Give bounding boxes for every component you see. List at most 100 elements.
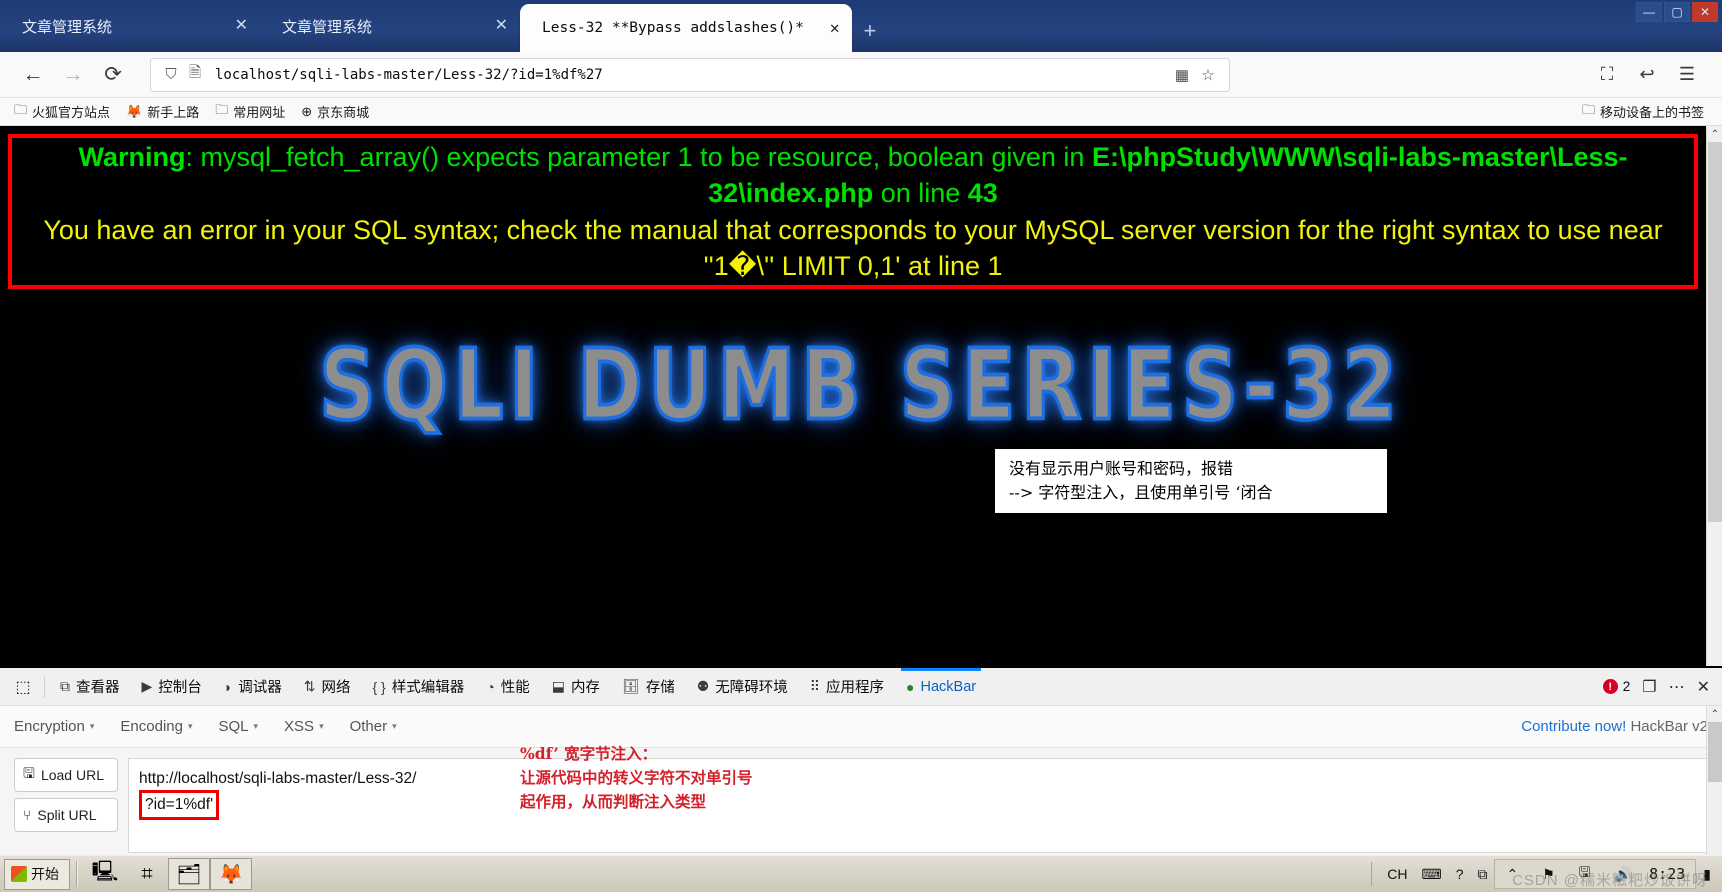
browser-tab-2[interactable]: 文章管理系统 ✕ (260, 0, 520, 52)
reload-icon[interactable]: ⟳ (94, 58, 132, 92)
more-options-icon[interactable]: ⋯ (1669, 677, 1685, 697)
braces-icon: { } (372, 678, 386, 695)
page-scrollbar[interactable]: ⌃ (1706, 126, 1722, 666)
tray-language-indicator[interactable]: CH (1380, 866, 1414, 882)
hackbar-menu-other[interactable]: Other ▾ (350, 718, 397, 735)
tab-inspector[interactable]: ⧉ 查看器 (49, 668, 131, 706)
powershell-icon[interactable]: ⌗ (126, 858, 168, 890)
hackbar-body: 🖫 Load URL ⑂ Split URL http://localhost/… (0, 744, 1722, 853)
hackbar-url-input[interactable]: http://localhost/sqli-labs-master/Less-3… (128, 758, 1708, 853)
minimize-button[interactable]: — (1636, 2, 1662, 22)
close-icon[interactable]: ✕ (469, 18, 508, 34)
warning-text-2: on line (873, 178, 968, 209)
bookmark-item-2[interactable]: 🗀 常用网址 (215, 101, 285, 123)
tab-accessibility[interactable]: ⚉ 无障碍环境 (686, 668, 799, 706)
tab-label: HackBar (920, 678, 977, 695)
grid-icon: ⠿ (809, 678, 821, 694)
tab-style-editor[interactable]: { } 样式编辑器 (361, 668, 475, 706)
tray-help-icon[interactable]: ? (1449, 866, 1471, 882)
url-input[interactable]: localhost/sqli-labs-master/Less-32/?id=1… (207, 67, 1169, 83)
hackbar-menu-encryption[interactable]: Encryption ▾ (14, 718, 94, 735)
split-url-button[interactable]: ⑂ Split URL (14, 798, 118, 832)
storage-icon: 🗄 (621, 678, 640, 694)
devtools-scrollbar[interactable]: ⌃ (1706, 706, 1722, 855)
close-icon[interactable]: ✕ (804, 20, 840, 36)
scroll-up-icon[interactable]: ⌃ (1707, 706, 1722, 722)
tab-label: 调试器 (238, 680, 282, 696)
start-button[interactable]: 开始 (4, 858, 70, 890)
annotation-note-box: 没有显示用户账号和密码，报错 --> 字符型注入，且使用单引号 ‘闭合 (995, 449, 1387, 513)
page-content: Warning: mysql_fetch_array() expects par… (0, 126, 1722, 666)
tab-title: Less-32 **Bypass addslashes()* (542, 20, 804, 36)
divider (76, 861, 78, 887)
tray-volume-icon[interactable]: 🔊 (1608, 866, 1639, 883)
tab-console[interactable]: ▶ 控制台 (131, 668, 213, 706)
split-console-icon[interactable]: ❐ (1642, 677, 1656, 697)
nav-right-buttons: ⛶ ↩ ☰ (1588, 58, 1708, 92)
accessibility-icon: ⚉ (696, 678, 710, 694)
bookmark-item-0[interactable]: 🗀 火狐官方站点 (14, 101, 110, 123)
tab-network[interactable]: ⇅ 网络 (293, 668, 362, 706)
tray-network-icon[interactable]: 🖫 (1572, 862, 1598, 886)
error-badge-icon: ! (1602, 679, 1618, 694)
element-picker-icon[interactable]: ⬚ (6, 672, 40, 702)
firefox-icon[interactable]: 🦊 (210, 858, 252, 890)
forward-icon[interactable]: → (54, 58, 92, 92)
system-tray: CH ⌨ ? ⧉ ⌃ ⚑ 🖫 🔊 8:23 ▮ (1363, 858, 1718, 890)
bookmark-star-icon[interactable]: ☆ (1195, 66, 1221, 84)
close-window-button[interactable]: ✕ (1692, 2, 1718, 22)
tab-debugger[interactable]: ◗ 调试器 (213, 668, 293, 706)
menu-label: XSS (284, 718, 315, 735)
qr-icon[interactable]: ▦ (1169, 66, 1195, 84)
history-icon[interactable]: ↩ (1628, 58, 1666, 92)
browser-tab-1[interactable]: 文章管理系统 ✕ (0, 0, 260, 52)
scrollbar-thumb[interactable] (1708, 722, 1722, 782)
tray-ime-icon[interactable]: ⧉ (1470, 866, 1494, 883)
scrollbar-thumb[interactable] (1708, 142, 1722, 522)
new-tab-button[interactable]: + (852, 20, 887, 52)
gauge-icon: ◔ (486, 678, 495, 695)
tray-keyboard-icon[interactable]: ⌨ (1414, 866, 1448, 883)
windows-logo-icon (11, 866, 27, 882)
tab-title: 文章管理系统 (282, 18, 373, 36)
devtools-right-controls: ! 2 ❐ ⋯ ✕ (1602, 677, 1722, 697)
tab-title: 文章管理系统 (22, 18, 113, 36)
php-warning-line: Warning: mysql_fetch_array() expects par… (22, 139, 1684, 212)
maximize-button[interactable]: ▢ (1664, 2, 1690, 22)
tray-clock-area[interactable]: ⌃ ⚑ 🖫 🔊 8:23 (1494, 859, 1697, 889)
browser-tab-3-active[interactable]: Less-32 **Bypass addslashes()* ✕ (520, 4, 852, 52)
close-devtools-icon[interactable]: ✕ (1697, 677, 1710, 697)
back-icon[interactable]: ← (14, 58, 52, 92)
show-desktop-button[interactable]: ▮ (1696, 866, 1718, 883)
tab-storage[interactable]: 🗄 存储 (611, 668, 686, 706)
page-icon: 🗎 (188, 64, 202, 81)
tab-application[interactable]: ⠿ 应用程序 (799, 668, 895, 706)
start-label: 开始 (31, 866, 59, 882)
tab-label: 无障碍环境 (715, 680, 788, 696)
close-icon[interactable]: ✕ (209, 18, 248, 34)
error-counter[interactable]: ! 2 (1602, 679, 1630, 694)
url-bar[interactable]: ⛉ 🗎 localhost/sqli-labs-master/Less-32/?… (150, 57, 1230, 92)
menu-icon[interactable]: ☰ (1668, 58, 1706, 92)
tray-flag-icon[interactable]: ⚑ (1535, 866, 1562, 883)
bookmark-item-mobile[interactable]: 🗀 移动设备上的书签 (1582, 101, 1704, 123)
tab-performance[interactable]: ◔ 性能 (475, 668, 540, 706)
load-url-button[interactable]: 🖫 Load URL (14, 758, 118, 792)
tab-memory[interactable]: ⬓ 内存 (541, 668, 611, 706)
hackbar-menu-sql[interactable]: SQL ▾ (219, 718, 259, 735)
scroll-up-icon[interactable]: ⌃ (1707, 126, 1722, 142)
chevron-down-icon: ▾ (319, 721, 324, 731)
bookmark-item-1[interactable]: 🦊 新手上路 (126, 102, 199, 121)
file-explorer-icon[interactable]: 🗂 (168, 858, 210, 890)
contribute-link[interactable]: Contribute now! (1521, 718, 1626, 735)
container-tabs-icon[interactable]: ⛶ (1588, 58, 1626, 92)
chevron-down-icon: ▾ (392, 721, 397, 731)
hackbar-menu-encoding[interactable]: Encoding ▾ (120, 718, 192, 735)
browser-window: 文章管理系统 ✕ 文章管理系统 ✕ Less-32 **Bypass addsl… (0, 0, 1722, 892)
debugger-icon: ◗ (223, 678, 233, 695)
server-manager-icon[interactable]: 🖳 (84, 858, 126, 890)
tray-overflow-icon[interactable]: ⌃ (1499, 866, 1525, 883)
bookmark-item-3[interactable]: ⊕ 京东商城 (301, 102, 369, 121)
tab-hackbar[interactable]: ● HackBar (895, 667, 987, 706)
hackbar-menu-xss[interactable]: XSS ▾ (284, 718, 324, 735)
